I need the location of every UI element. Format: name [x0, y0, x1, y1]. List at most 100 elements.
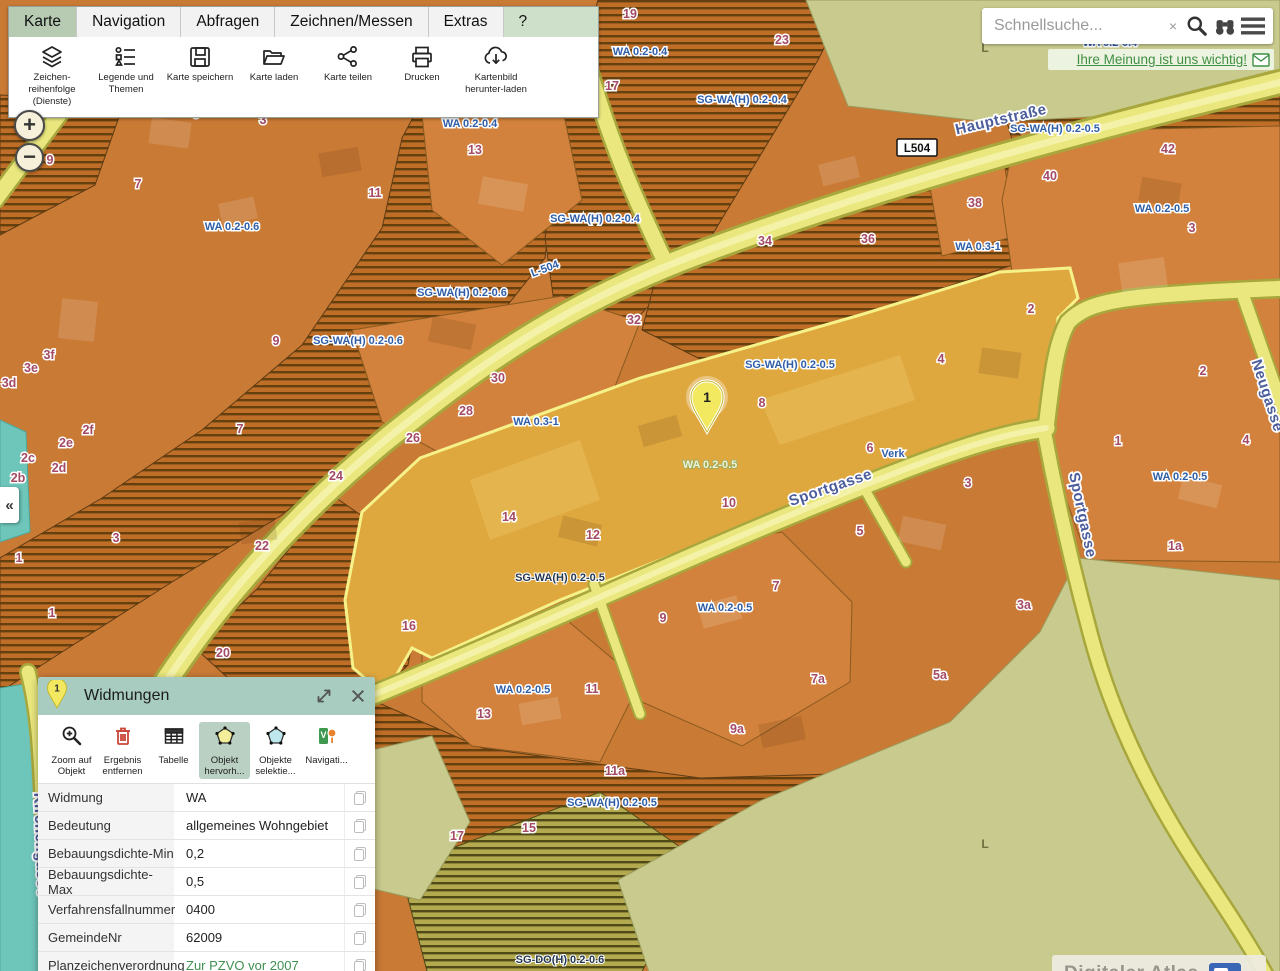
zoning-label: WA 0.3-1: [513, 416, 558, 428]
house-number-label: 3: [113, 531, 120, 545]
map-misc-label: L: [981, 837, 988, 851]
toolbar-button-karte-teilen[interactable]: Karte teilen: [311, 43, 385, 84]
house-number-label: 3a: [1017, 598, 1032, 612]
copy-icon[interactable]: [345, 840, 375, 867]
zoom-out-button[interactable]: −: [15, 143, 44, 172]
zoning-label: SG-WA(H) 0.2-0.5: [567, 797, 657, 809]
quick-search-bar: ×: [982, 8, 1273, 44]
house-number-label: 2f: [82, 423, 94, 437]
toolbar-button-kartenbild-herunterladen[interactable]: Kartenbild herunter-laden: [459, 43, 533, 96]
menu-hamburger-icon[interactable]: [1239, 11, 1267, 41]
tab-abfragen[interactable]: Abfragen: [181, 7, 275, 37]
expand-panel-icon[interactable]: [307, 677, 341, 715]
house-number-label: 42: [1161, 142, 1175, 156]
zoning-label: WA 0.2-0.5: [683, 459, 738, 471]
clear-search-icon[interactable]: ×: [1163, 11, 1183, 41]
close-panel-icon[interactable]: ×: [341, 677, 375, 715]
tab-zeichnen-messen[interactable]: Zeichnen/Messen: [275, 7, 428, 37]
house-number-label: 34: [758, 234, 772, 248]
zoom-in-button[interactable]: +: [14, 110, 45, 141]
main-menu: Karte Navigation Abfragen Zeichnen/Messe…: [8, 6, 599, 118]
house-number-label: 32: [627, 313, 641, 327]
toolbar-button-karte-laden[interactable]: Karte laden: [237, 43, 311, 84]
feedback-link[interactable]: Ihre Meinung ist uns wichtig!: [1077, 52, 1247, 67]
pzvo-link[interactable]: Zur PZVO vor 2007: [186, 958, 299, 971]
house-number-label: 2c: [21, 451, 35, 465]
application-window: SG-WA(H) 0.2-0.4WA 0.2-0.4WA 0.2-0.4WA 0…: [0, 0, 1280, 971]
house-number-label: 9: [47, 153, 54, 167]
house-number-label: 11: [585, 682, 598, 696]
toolbar-button-drucken[interactable]: Drucken: [385, 43, 459, 84]
house-number-label: 19: [623, 7, 637, 21]
zoning-label: SG-WA(H) 0.2-0.4: [550, 213, 641, 225]
select-objects-button[interactable]: Objekte selektie...: [250, 722, 301, 779]
watermark-label: Digitaler Atlas: [1064, 963, 1199, 971]
house-number-label: 26: [406, 431, 420, 445]
zoning-label: WA 0.2-0.5: [698, 602, 753, 614]
house-number-label: 8: [759, 396, 766, 410]
panel-header[interactable]: 1 Widmungen ×: [38, 677, 375, 715]
svg-text:V: V: [320, 730, 326, 740]
tab-help[interactable]: ?: [504, 7, 598, 37]
copy-icon[interactable]: [345, 812, 375, 839]
house-number-label: 13: [477, 707, 491, 721]
binoculars-search-icon[interactable]: [1211, 11, 1239, 41]
copy-icon[interactable]: [345, 868, 375, 895]
toolbar-button-karte-speichern[interactable]: Karte speichern: [163, 43, 237, 84]
panel-toolbar: Zoom auf Objekt Ergebnis entfernen: [38, 715, 375, 783]
toolbar-button-legende[interactable]: Legende und Themen: [89, 43, 163, 96]
envelope-icon[interactable]: [1252, 53, 1270, 67]
house-number-label: 2b: [11, 471, 26, 485]
toolbar-button-label: Kartenbild herunter-laden: [459, 72, 533, 96]
toolbar-button-label: Karte laden: [250, 72, 299, 84]
folder-open-icon: [261, 43, 287, 70]
tab-navigation[interactable]: Navigation: [77, 7, 181, 37]
menu-tab-bar: Karte Navigation Abfragen Zeichnen/Messe…: [9, 7, 598, 37]
house-number-label: 17: [605, 79, 619, 93]
house-number-label: 9: [660, 611, 667, 625]
toolbar-button-zeichenreihenfolge[interactable]: Zeichen-reihenfolge (Dienste): [15, 43, 89, 108]
table-row: Widmung WA: [38, 784, 375, 812]
copy-icon[interactable]: [345, 924, 375, 951]
zoning-label: SG-WA(H) 0.2-0.5: [1010, 123, 1100, 135]
copy-icon[interactable]: [345, 952, 375, 971]
house-number-label: 38: [968, 196, 982, 210]
tab-extras[interactable]: Extras: [429, 7, 504, 37]
house-number-label: 30: [491, 371, 505, 385]
highlight-object-button[interactable]: Objekt hervorh...: [199, 722, 250, 779]
table-row: Verfahrensfallnummer 0400: [38, 896, 375, 924]
search-icon[interactable]: [1183, 11, 1211, 41]
copy-icon[interactable]: [345, 784, 375, 811]
house-number-label: 10: [722, 496, 736, 510]
tab-karte[interactable]: Karte: [9, 7, 77, 37]
house-number-label: 9a: [730, 722, 745, 736]
navigation-button[interactable]: V Navigati...: [301, 722, 352, 768]
table-icon: [162, 724, 186, 753]
house-number-label: 3e: [24, 361, 38, 375]
house-number-label: 17: [450, 829, 464, 843]
house-number-label: 4: [1243, 433, 1250, 447]
panel-title: Widmungen: [84, 687, 169, 705]
zoning-label: Verk: [881, 448, 905, 460]
house-number-label: 1: [49, 606, 56, 620]
zoom-to-object-button[interactable]: Zoom auf Objekt: [46, 722, 97, 779]
toolbar-button-label: Drucken: [404, 72, 439, 84]
search-input[interactable]: [992, 16, 1163, 36]
house-number-label: 7: [773, 579, 780, 593]
house-number-label: 40: [1043, 169, 1057, 183]
house-number-label: 28: [459, 404, 473, 418]
sidebar-collapse-button[interactable]: «: [0, 487, 19, 523]
house-number-label: 11: [368, 186, 381, 200]
copy-icon[interactable]: [345, 896, 375, 923]
table-row: Bedeutung allgemeines Wohngebiet: [38, 812, 375, 840]
house-number-label: 2: [1028, 302, 1035, 316]
zoning-label: WA 0.2-0.4: [443, 118, 498, 130]
road-ref-label: L504: [904, 143, 931, 155]
table-view-button[interactable]: Tabelle: [148, 722, 199, 768]
zoning-label: SG-WA(H) 0.2-0.5: [515, 572, 605, 584]
house-number-label: 1: [1115, 434, 1122, 448]
remove-result-button[interactable]: Ergebnis entfernen: [97, 722, 148, 779]
cloud-download-icon: [483, 43, 509, 70]
house-number-label: 3: [1189, 221, 1196, 235]
atlas-logo: [1209, 963, 1241, 971]
